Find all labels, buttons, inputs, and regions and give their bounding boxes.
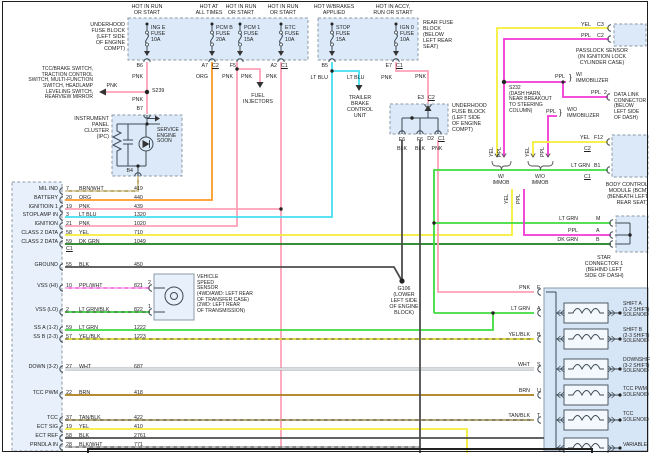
page-border (2, 1, 648, 452)
wiring-diagram: SHIFT A (1-2 SHIFT) SOLENOID SHIFT B (2-3… (0, 0, 650, 453)
